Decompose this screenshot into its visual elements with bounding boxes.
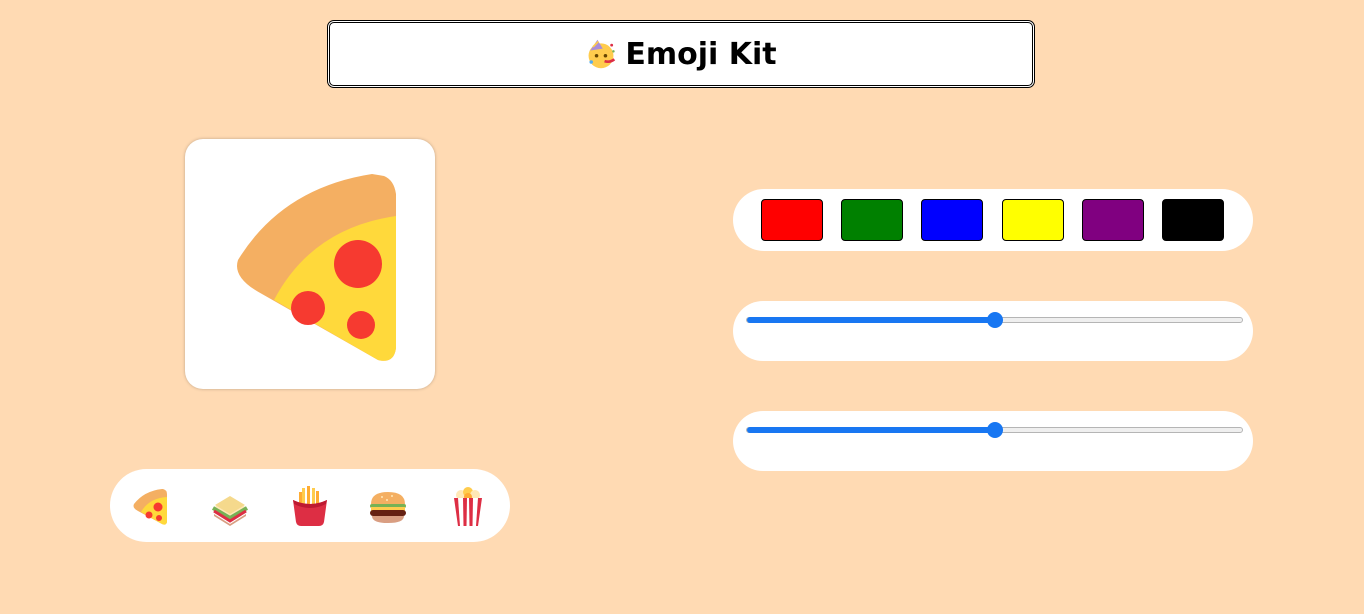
swatch-red[interactable] (761, 199, 823, 241)
swatch-black[interactable] (1162, 199, 1224, 241)
slider-1-thumb[interactable] (986, 312, 1003, 328)
pizza-option-icon[interactable] (130, 486, 170, 526)
page-title: Emoji Kit (625, 36, 777, 72)
emoji-picker (110, 469, 510, 542)
slider-1-fill (747, 317, 995, 323)
slider-2-container (733, 411, 1253, 471)
hamburger-option-icon[interactable] (368, 486, 408, 526)
sandwich-option-icon[interactable] (210, 486, 250, 526)
emoji-kit-page: Emoji Kit (0, 0, 1364, 614)
partying-face-icon (588, 39, 616, 69)
slider-2-track[interactable] (746, 422, 1243, 438)
slider-2-thumb[interactable] (986, 422, 1003, 438)
slider-2-fill (747, 427, 995, 433)
color-picker (733, 189, 1253, 251)
french-fries-option-icon[interactable] (290, 486, 330, 526)
popcorn-option-icon[interactable] (448, 486, 488, 526)
emoji-preview (185, 139, 435, 389)
pizza-icon (237, 174, 396, 361)
swatch-blue[interactable] (921, 199, 983, 241)
title-box: Emoji Kit (327, 20, 1035, 88)
slider-1-container (733, 301, 1253, 361)
swatch-green[interactable] (841, 199, 903, 241)
slider-1-track[interactable] (746, 312, 1243, 328)
swatch-purple[interactable] (1082, 199, 1144, 241)
swatch-yellow[interactable] (1002, 199, 1064, 241)
